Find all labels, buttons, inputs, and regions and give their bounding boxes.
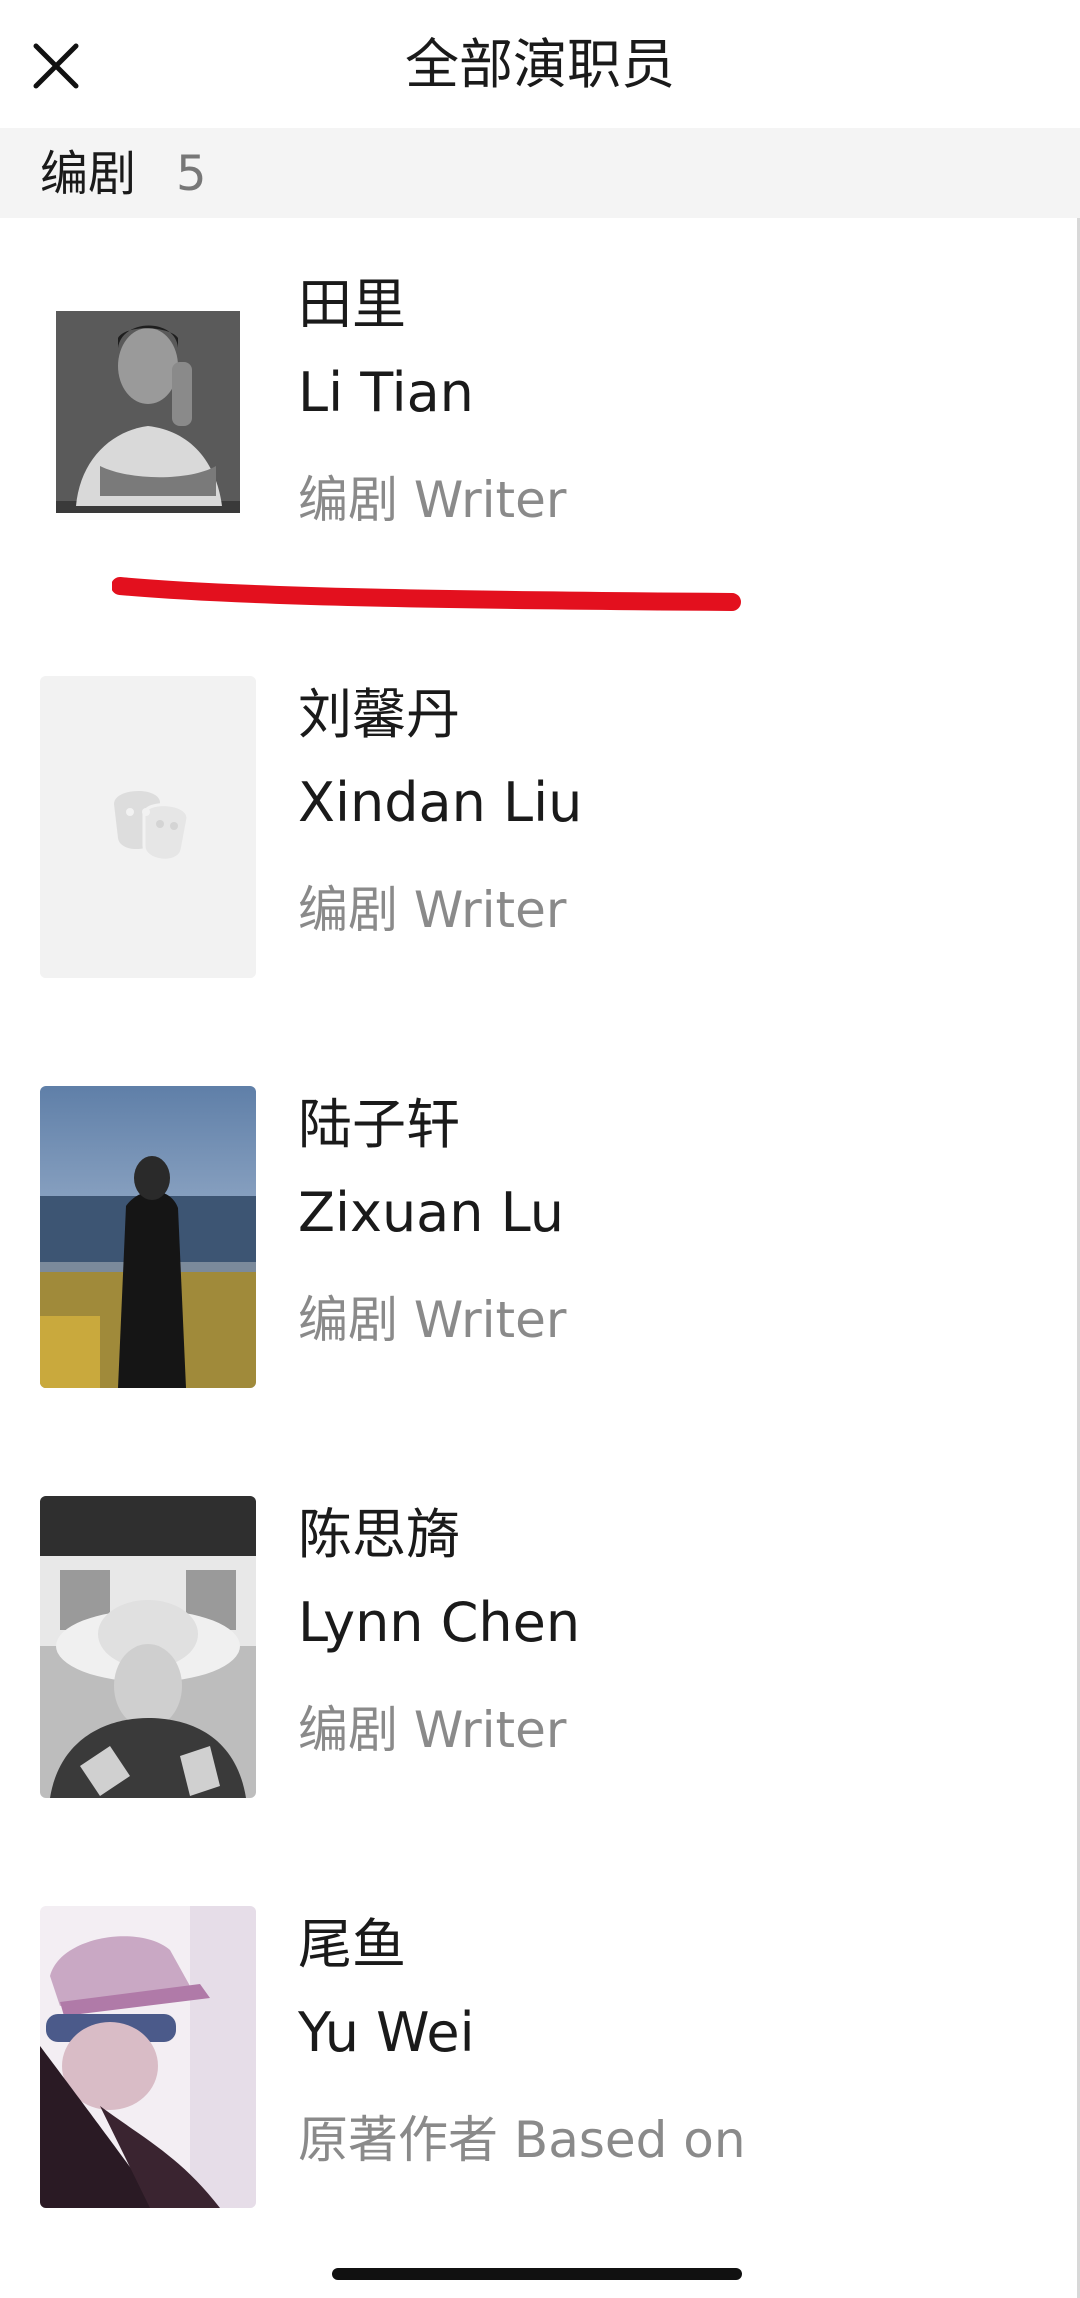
member-name-cn: 陆子轩 xyxy=(298,1093,460,1156)
member-name-en: Zixuan Lu xyxy=(298,1181,565,1244)
avatar xyxy=(40,1906,256,2208)
avatar xyxy=(40,1086,256,1388)
member-name-cn: 刘馨丹 xyxy=(298,683,460,746)
member-role: 编剧 Writer xyxy=(298,1701,567,1759)
member-name-en: Li Tian xyxy=(298,361,474,424)
list-item[interactable]: 刘馨丹 Xindan Liu 编剧 Writer xyxy=(0,628,1080,978)
list-item[interactable]: 尾鱼 Yu Wei 原著作者 Based on xyxy=(0,1858,1080,2208)
top-bar: 全部演职员 xyxy=(0,0,1080,128)
avatar-placeholder xyxy=(40,676,256,978)
section-count: 5 xyxy=(176,146,207,202)
member-name-cn: 尾鱼 xyxy=(298,1913,406,1976)
member-name-en: Lynn Chen xyxy=(298,1591,581,1654)
list-item[interactable]: 陈思旖 Lynn Chen 编剧 Writer xyxy=(0,1448,1080,1798)
member-name-en: Yu Wei xyxy=(298,2001,475,2064)
member-name-cn: 陈思旖 xyxy=(298,1503,460,1566)
home-indicator xyxy=(332,2268,742,2280)
list-item[interactable]: 田里 Li Tian 编剧 Writer xyxy=(0,218,1080,568)
page-title: 全部演职员 xyxy=(405,33,675,96)
theater-masks-placeholder-icon xyxy=(40,676,256,978)
avatar xyxy=(40,1496,256,1798)
member-name-cn: 田里 xyxy=(298,273,406,336)
member-name-en: Xindan Liu xyxy=(298,771,583,834)
section-header: 编剧 5 xyxy=(0,128,1080,218)
member-role: 编剧 Writer xyxy=(298,881,567,939)
section-label: 编剧 xyxy=(40,146,137,202)
member-role: 编剧 Writer xyxy=(298,1291,567,1349)
member-role: 原著作者 Based on xyxy=(298,2111,746,2169)
avatar xyxy=(40,266,256,568)
list-item[interactable]: 陆子轩 Zixuan Lu 编剧 Writer xyxy=(0,1038,1080,1388)
member-role: 编剧 Writer xyxy=(298,471,567,529)
red-underline-annotation xyxy=(112,577,741,611)
